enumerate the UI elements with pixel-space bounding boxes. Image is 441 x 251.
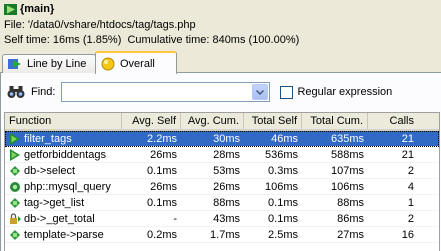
cell-function: template->parse	[5, 227, 122, 242]
cell-avg-self: -	[173, 213, 177, 225]
cell-avg-cum: 53ms	[213, 165, 240, 177]
cell-calls: 16	[401, 229, 414, 241]
cell-total-self: 106ms	[264, 181, 298, 193]
regex-checkbox[interactable]	[280, 85, 294, 99]
cell-function: tag->get_list	[5, 195, 122, 210]
chevron-down-icon	[256, 89, 265, 95]
cell-total-cum: 88ms	[337, 197, 364, 209]
overall-panel: Find: Regular expression Function Avg. S…	[0, 73, 441, 251]
dropdown-button[interactable]	[252, 84, 269, 100]
cell-function: db->select	[5, 163, 122, 178]
cell-avg-cum: 88ms	[213, 197, 240, 209]
play-icon	[4, 3, 17, 15]
cell-avg-cum: 26ms	[213, 181, 240, 193]
builtin-icon	[9, 181, 24, 193]
function-name: db->_get_total	[24, 212, 95, 225]
col-function[interactable]: Function	[5, 113, 122, 129]
cell-total-cum: 106ms	[330, 181, 364, 193]
cell-avg-cum: 28ms	[213, 149, 240, 161]
table-row[interactable]: php::mysql_query 26ms 26ms 106ms 106ms 4	[5, 179, 439, 195]
col-calls[interactable]: Calls	[368, 113, 418, 129]
cell-function: getforbiddentags	[5, 147, 122, 162]
function-table: Function Avg. Self Avg. Cum. Total Self …	[4, 112, 440, 251]
cell-avg-self: 26ms	[150, 149, 177, 161]
play-icon	[9, 148, 24, 161]
function-name: tag->get_list	[24, 196, 85, 209]
play-icon	[9, 132, 24, 145]
table-row[interactable]: tag->get_list 0.1ms 88ms 0.1ms 88ms 1	[5, 195, 439, 211]
cell-avg-self: 26ms	[150, 181, 177, 193]
binoculars-icon	[7, 86, 25, 98]
cell-total-self: 2.5ms	[268, 229, 298, 241]
cell-total-self: 0.1ms	[268, 197, 298, 209]
cell-avg-cum: 30ms	[213, 133, 240, 145]
function-name: getforbiddentags	[24, 148, 106, 161]
cell-calls: 2	[407, 165, 414, 177]
cell-avg-self: 0.1ms	[147, 165, 177, 177]
cell-calls: 1	[407, 197, 414, 209]
table-row[interactable]: getforbiddentags 26ms 28ms 536ms 588ms 21	[5, 147, 439, 163]
cell-total-self: 46ms	[271, 133, 298, 145]
function-name: filter_tags	[24, 132, 72, 145]
tab-label: Overall	[120, 57, 155, 70]
tab-label: Line by Line	[27, 58, 87, 70]
col-avg-cum[interactable]: Avg. Cum.	[181, 113, 244, 129]
tab-bar: Line by Line Overall	[0, 51, 441, 74]
method-icon	[9, 229, 24, 241]
find-label: Find:	[31, 86, 56, 98]
cell-function: php::mysql_query	[5, 179, 122, 194]
function-name: template->parse	[24, 228, 104, 241]
cell-total-cum: 27ms	[337, 229, 364, 241]
line-by-line-icon	[8, 59, 21, 69]
cell-total-cum: 86ms	[337, 213, 364, 225]
function-name: php::mysql_query	[24, 180, 111, 193]
table-row[interactable]: template->parse 0.2ms 1.7ms 2.5ms 27ms 16	[5, 227, 439, 243]
table-header: Function Avg. Self Avg. Cum. Total Self …	[5, 113, 439, 131]
cell-avg-self: 0.1ms	[147, 197, 177, 209]
cell-total-self: 0.3ms	[268, 165, 298, 177]
profile-header: {main} File: '/data0/vshare/htdocs/tag/t…	[0, 0, 441, 50]
lock-method-icon	[9, 212, 24, 225]
table-row[interactable]: filter_tags 2.2ms 30ms 46ms 635ms 21	[5, 131, 439, 147]
table-row[interactable]: db->select 0.1ms 53ms 0.3ms 107ms 2	[5, 163, 439, 179]
function-name: db->select	[24, 164, 76, 177]
find-bar: Find: Regular expression	[7, 81, 437, 103]
cell-total-cum: 107ms	[330, 165, 364, 177]
file-path: File: '/data0/vshare/htdocs/tag/tags.php	[4, 19, 196, 31]
col-total-cum[interactable]: Total Cum.	[302, 113, 368, 129]
table-body: filter_tags 2.2ms 30ms 46ms 635ms 21 getforbid…	[5, 131, 439, 243]
regex-label: Regular expression	[297, 86, 393, 98]
cell-calls: 4	[407, 181, 414, 193]
cell-calls: 21	[401, 149, 414, 161]
method-icon	[9, 165, 24, 177]
cell-total-cum: 588ms	[330, 149, 364, 161]
cell-avg-cum: 1.7ms	[210, 229, 240, 241]
tab-overall[interactable]: Overall	[95, 51, 177, 74]
cell-function: db->_get_total	[5, 211, 122, 226]
col-avg-self[interactable]: Avg. Self	[122, 113, 181, 129]
cell-avg-self: 2.2ms	[147, 133, 177, 145]
cell-total-cum: 635ms	[330, 133, 364, 145]
method-icon	[9, 197, 24, 209]
cell-avg-self: 0.2ms	[147, 229, 177, 241]
tab-line-by-line[interactable]: Line by Line	[2, 54, 96, 73]
cell-calls: 2	[407, 213, 414, 225]
overall-icon	[101, 57, 115, 70]
col-total-self[interactable]: Total Self	[244, 113, 302, 129]
cell-avg-cum: 43ms	[213, 213, 240, 225]
cell-total-self: 0.1ms	[268, 213, 298, 225]
find-combobox[interactable]	[61, 82, 271, 102]
cell-function: filter_tags	[5, 131, 122, 146]
cell-total-self: 536ms	[264, 149, 298, 161]
table-row[interactable]: db->_get_total - 43ms 0.1ms 86ms 2	[5, 211, 439, 227]
cell-calls: 21	[401, 133, 414, 145]
time-summary: Self time: 16ms (1.85%) Cumulative time:…	[4, 34, 300, 46]
function-title: {main}	[20, 3, 55, 15]
regex-option[interactable]: Regular expression	[280, 85, 393, 99]
